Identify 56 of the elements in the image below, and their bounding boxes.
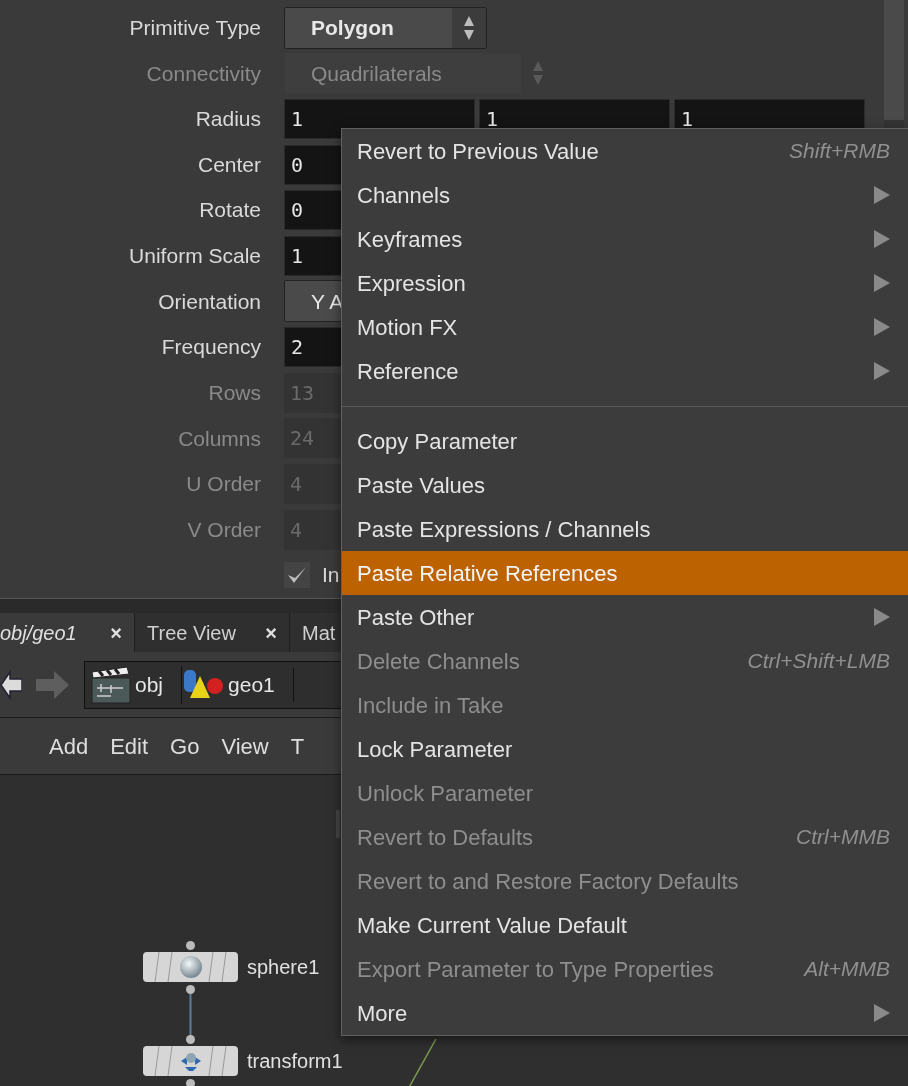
menu-item[interactable]: Copy Parameter xyxy=(342,419,908,463)
menu-bar-item[interactable]: T xyxy=(290,729,305,763)
close-tab-button[interactable]: × xyxy=(265,617,277,648)
parameter-label: Rows xyxy=(208,379,261,406)
menu-item[interactable]: Keyframes xyxy=(342,217,908,261)
shortcut-label: Shift+RMB xyxy=(789,138,890,165)
menu-bar-item[interactable]: Edit xyxy=(110,729,149,763)
up-down-arrows-icon xyxy=(463,14,475,41)
shortcut-label: Ctrl+Shift+LMB xyxy=(747,648,890,675)
menu-item[interactable]: Paste Relative References xyxy=(342,551,908,595)
parameter-label: Rotate xyxy=(199,197,261,224)
parameter-label: Primitive Type xyxy=(129,15,261,42)
pane-tab[interactable]: obj/geo1 × xyxy=(0,613,135,652)
menu-item[interactable]: More xyxy=(342,991,908,1035)
tab-label: Tree View xyxy=(147,620,236,646)
menu-item[interactable]: Paste Values xyxy=(342,463,908,507)
breadcrumb[interactable]: obj xyxy=(91,665,183,704)
node-label: sphere1 xyxy=(247,955,320,980)
pane-tab[interactable]: Tree View × xyxy=(135,613,290,652)
menu-item[interactable]: Paste Other xyxy=(342,595,908,639)
menu-bar-item[interactable]: Add xyxy=(49,729,89,763)
clapperboard-icon xyxy=(91,665,131,704)
parameter-label: Columns xyxy=(178,425,261,452)
node-label: transform1 xyxy=(247,1049,343,1074)
menu-item[interactable]: Expression xyxy=(342,261,908,305)
node-body[interactable] xyxy=(143,952,238,982)
parameter-label: Orientation xyxy=(158,288,261,315)
checkbox[interactable] xyxy=(284,562,310,589)
menu-item[interactable]: Lock Parameter xyxy=(342,727,908,771)
menu-item[interactable]: Make Current Value Default xyxy=(342,903,908,947)
shortcut-label: Alt+MMB xyxy=(804,956,890,983)
close-tab-button[interactable]: × xyxy=(110,617,122,648)
parameter-label: Connectivity xyxy=(146,60,261,87)
parameter-label: Frequency xyxy=(161,334,261,361)
scroll-handle[interactable] xyxy=(336,810,340,838)
node-body[interactable] xyxy=(143,1046,238,1076)
tab-label: obj/geo1 xyxy=(0,620,77,646)
parameter-label: V Order xyxy=(187,516,261,543)
parameter-label: Uniform Scale xyxy=(129,243,261,270)
parameter-label: Center xyxy=(197,151,261,178)
dropdown-menu[interactable]: Polygon xyxy=(284,6,487,49)
menu-bar-item[interactable]: View xyxy=(221,729,269,763)
menu-item[interactable]: Motion FX xyxy=(342,305,908,349)
menu-item[interactable]: Channels xyxy=(342,173,908,217)
parameter-label: U Order xyxy=(186,471,261,498)
up-down-arrows-icon xyxy=(532,60,544,87)
sphere-icon xyxy=(178,955,203,979)
parameter-label: Radius xyxy=(195,106,261,133)
menu-bar-item[interactable]: Go xyxy=(170,729,200,763)
breadcrumb[interactable]: geo1 xyxy=(182,667,294,702)
menu-item[interactable]: Paste Expressions / Channels xyxy=(342,507,908,551)
back-arrow-icon[interactable] xyxy=(0,668,22,701)
shortcut-label: Ctrl+MMB xyxy=(796,824,890,851)
checkbox-label: In xyxy=(322,562,340,589)
tab-label: Mat xyxy=(302,620,336,646)
menu-item[interactable]: Reference xyxy=(342,349,908,393)
